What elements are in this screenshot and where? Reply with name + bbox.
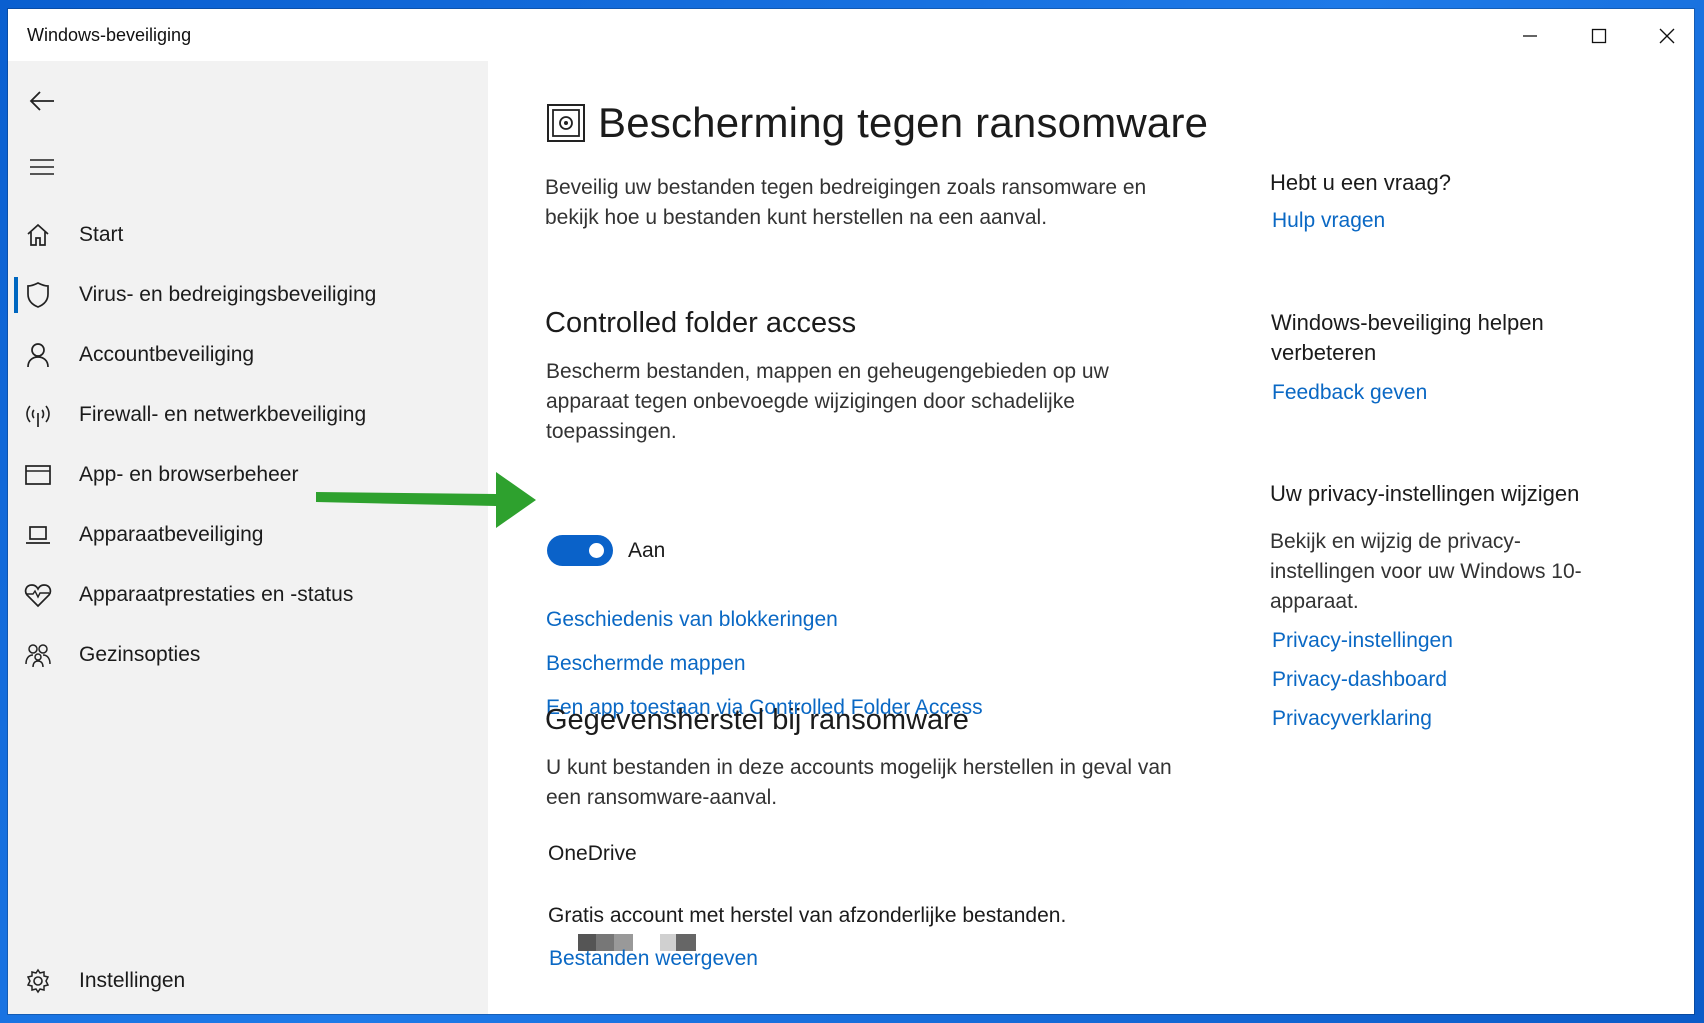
sidebar-item-label: Start — [79, 223, 124, 246]
onedrive-account-info: Gratis account met herstel van afzonderl… — [548, 904, 1067, 927]
shield-icon — [24, 281, 52, 309]
home-icon — [24, 221, 52, 249]
minimize-icon — [1523, 35, 1537, 37]
recovery-heading: Gegevensherstel bij ransomware — [545, 704, 969, 736]
sidebar-item-settings[interactable]: Instellingen — [8, 955, 488, 1007]
question-heading: Hebt u een vraag? — [1270, 170, 1452, 195]
page-title: Bescherming tegen ransomware — [598, 99, 1209, 146]
app-window: Windows-beveiliging Start Virus- en bedr… — [8, 9, 1694, 1014]
sidebar-item-family[interactable]: Gezinsopties — [8, 629, 488, 681]
privacy-dashboard-link[interactable]: Privacy-dashboard — [1272, 668, 1447, 692]
sidebar-item-device-performance[interactable]: Apparaatprestaties en -status — [8, 569, 488, 621]
hamburger-icon — [30, 159, 54, 175]
onedrive-label: OneDrive — [548, 842, 637, 865]
window-title: Windows-beveiliging — [27, 25, 192, 45]
sidebar-item-virus[interactable]: Virus- en bedreigingsbeveiliging — [8, 269, 488, 321]
view-files-link[interactable]: Bestanden weergeven — [549, 947, 758, 971]
heart-pulse-icon — [24, 581, 52, 609]
browser-window-icon — [24, 461, 52, 489]
cfa-toggle-label: Aan — [628, 539, 666, 562]
back-arrow-icon — [29, 91, 54, 111]
sidebar-item-label: Apparaatbeveiliging — [79, 523, 264, 546]
hamburger-menu-button[interactable] — [22, 149, 62, 185]
title-bar: Windows-beveiliging — [8, 9, 1694, 61]
toggle-knob — [589, 543, 604, 558]
maximize-button[interactable] — [1570, 15, 1628, 57]
minimize-button[interactable] — [1501, 15, 1559, 57]
sidebar-item-firewall[interactable]: Firewall- en netwerkbeveiliging — [8, 389, 488, 441]
back-button[interactable] — [22, 83, 62, 119]
recovery-description: U kunt bestanden in deze accounts mogeli… — [546, 756, 1172, 809]
laptop-icon — [24, 521, 52, 549]
sidebar-item-label: Virus- en bedreigingsbeveiliging — [79, 283, 377, 306]
maximize-icon — [1591, 28, 1607, 44]
close-icon — [1659, 28, 1675, 44]
sidebar-item-label: Apparaatprestaties en -status — [79, 583, 354, 606]
gear-icon — [24, 967, 52, 995]
sidebar-item-start[interactable]: Start — [8, 209, 488, 261]
block-history-link[interactable]: Geschiedenis van blokkeringen — [546, 608, 838, 632]
feedback-link[interactable]: Feedback geven — [1272, 381, 1427, 405]
close-button[interactable] — [1638, 15, 1694, 57]
sidebar-item-label: App- en browserbeheer — [79, 463, 299, 486]
improve-heading: Windows-beveiliging helpen verbeteren — [1271, 310, 1544, 365]
sidebar-item-label: Firewall- en netwerkbeveiliging — [79, 403, 367, 426]
privacy-description: Bekijk en wijzig de privacy-instellingen… — [1270, 530, 1582, 613]
cfa-heading: Controlled folder access — [545, 307, 857, 339]
cfa-description: Bescherm bestanden, mappen en geheugenge… — [546, 360, 1109, 443]
privacy-heading: Uw privacy-instellingen wijzigen — [1270, 481, 1580, 506]
sidebar-item-label: Gezinsopties — [79, 643, 201, 666]
antenna-icon — [24, 401, 52, 429]
protected-folders-link[interactable]: Beschermde mappen — [546, 652, 746, 676]
page-intro: Beveilig uw bestanden tegen bedreigingen… — [545, 176, 1147, 229]
sidebar: Start Virus- en bedreigingsbeveiliging A… — [8, 61, 488, 1014]
ransomware-vault-icon — [547, 104, 585, 142]
privacy-statement-link[interactable]: Privacyverklaring — [1272, 707, 1432, 731]
privacy-settings-link[interactable]: Privacy-instellingen — [1272, 629, 1453, 653]
sidebar-item-account[interactable]: Accountbeveiliging — [8, 329, 488, 381]
family-icon — [24, 641, 52, 669]
person-icon — [24, 341, 52, 369]
sidebar-item-label: Accountbeveiliging — [79, 343, 255, 366]
help-link[interactable]: Hulp vragen — [1272, 209, 1385, 233]
cfa-toggle-switch[interactable] — [547, 535, 613, 566]
sidebar-item-label: Instellingen — [79, 969, 186, 992]
